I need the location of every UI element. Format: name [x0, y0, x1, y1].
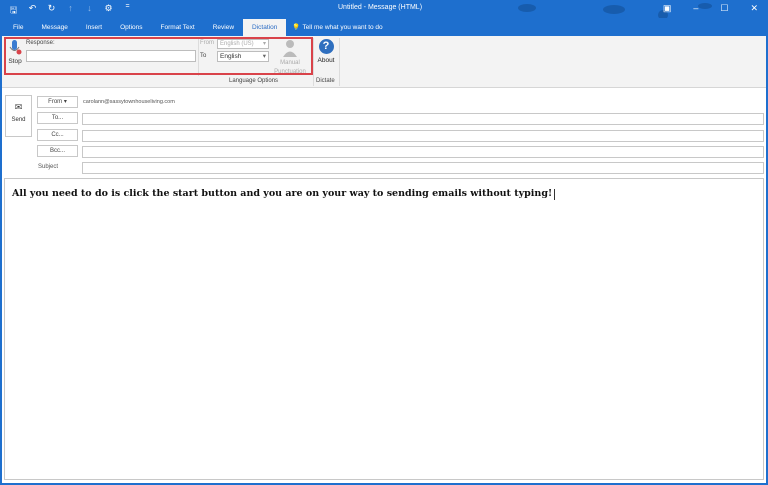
maximize-icon[interactable]: ☐ — [720, 3, 728, 14]
close-icon[interactable]: ✕ — [750, 3, 758, 14]
tab-message[interactable]: Message — [32, 19, 76, 36]
tab-format-text[interactable]: Format Text — [152, 19, 204, 36]
message-body[interactable]: All you need to do is click the start bu… — [4, 178, 764, 480]
customize-icon[interactable]: ⚙ — [103, 3, 114, 18]
down-arrow-icon[interactable]: ↓ — [84, 3, 95, 18]
ribbon-display-icon[interactable]: ▣ — [663, 3, 672, 14]
window-title: Untitled - Message (HTML) — [338, 4, 423, 11]
save-icon[interactable]: 🖫 — [8, 3, 19, 18]
more-icon[interactable]: = — [122, 3, 133, 18]
message-body-text: All you need to do is click the start bu… — [12, 188, 553, 199]
to-button[interactable]: To... — [37, 112, 78, 124]
title-bar: 🖫 ↶ ↻ ↑ ↓ ⚙ = Untitled - Message (HTML) … — [0, 0, 766, 18]
text-cursor — [554, 188, 556, 200]
from-button[interactable]: From ▾ — [37, 96, 78, 108]
tab-options[interactable]: Options — [111, 19, 151, 36]
message-window: Stop Response: From English (US) ▾ To Eng… — [2, 0, 766, 483]
language-options-group-label: Language Options — [229, 78, 279, 84]
from-address: carolann@sassytownhouseliving.com — [83, 99, 175, 105]
cc-button[interactable]: Cc... — [37, 129, 78, 141]
tab-file[interactable]: File — [4, 19, 32, 36]
up-arrow-icon[interactable]: ↑ — [65, 3, 76, 18]
bcc-input[interactable] — [82, 146, 764, 158]
tab-dictation[interactable]: Dictation — [243, 19, 287, 36]
tab-insert[interactable]: Insert — [77, 19, 111, 36]
send-icon: ✉ — [14, 102, 23, 112]
ribbon: Stop Response: From English (US) ▾ To Eng… — [2, 36, 766, 88]
subject-input[interactable] — [82, 162, 764, 174]
minimize-icon[interactable]: – — [693, 3, 698, 14]
undo-icon[interactable]: ↶ — [27, 3, 38, 18]
tab-review[interactable]: Review — [204, 19, 243, 36]
about-button[interactable]: ? About — [315, 39, 337, 64]
cc-input[interactable] — [82, 130, 764, 142]
send-button[interactable]: ✉ Send — [5, 95, 32, 137]
tell-me-search[interactable]: Tell me what you want to do — [300, 19, 382, 36]
dictate-group-label: Dictate — [316, 78, 335, 84]
lightbulb-icon: 💡 — [292, 24, 301, 31]
quick-access-toolbar: 🖫 ↶ ↻ ↑ ↓ ⚙ = — [8, 3, 133, 18]
to-input[interactable] — [82, 113, 764, 125]
bcc-button[interactable]: Bcc... — [37, 145, 78, 157]
ribbon-tabs: File Message Insert Options Format Text … — [0, 18, 768, 36]
redo-icon[interactable]: ↻ — [46, 3, 57, 18]
subject-label: Subject — [38, 164, 59, 170]
dictation-highlight-box — [4, 37, 313, 75]
help-icon: ? — [318, 39, 334, 54]
